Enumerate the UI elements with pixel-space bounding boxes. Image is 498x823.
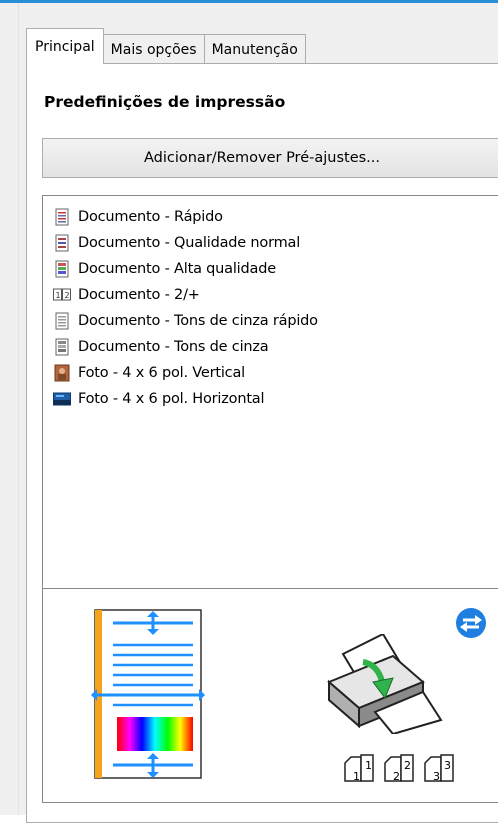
document-normal-icon	[53, 234, 71, 252]
preset-label: Documento - 2/+	[78, 287, 200, 303]
copy-page-2-icon: 2 2	[384, 754, 414, 783]
document-high-icon	[53, 260, 71, 278]
preset-label: Foto - 4 x 6 pol. Horizontal	[78, 391, 265, 407]
preset-list[interactable]: Documento - Rápido Documento - Qualidade…	[42, 195, 498, 589]
svg-text:2: 2	[65, 291, 70, 300]
copy-page-3-icon: 3 3	[424, 754, 454, 783]
copy-label-3: 3	[433, 770, 440, 783]
preset-label: Foto - 4 x 6 pol. Vertical	[78, 365, 245, 381]
copy-label-1: 1	[353, 770, 360, 783]
copy-label-1b: 1	[365, 759, 372, 772]
preset-item-document-fast[interactable]: Documento - Rápido	[53, 204, 223, 230]
tab-mais-opcoes[interactable]: Mais opções	[102, 34, 205, 64]
copy-label-2: 2	[393, 770, 400, 783]
document-gray-icon	[53, 338, 71, 356]
photo-landscape-icon	[53, 390, 71, 408]
preset-label: Documento - Tons de cinza	[78, 339, 269, 355]
preset-item-two-up[interactable]: 1 2 Documento - 2/+	[53, 282, 200, 308]
copy-label-3b: 3	[444, 759, 451, 772]
copy-label-2b: 2	[404, 759, 411, 772]
svg-text:1: 1	[56, 291, 61, 300]
preset-label: Documento - Qualidade normal	[78, 235, 301, 251]
page-preview-icon	[91, 609, 205, 779]
tab-principal[interactable]: Principal	[26, 28, 104, 64]
printer-icon	[327, 634, 443, 734]
printer-settings-window: Principal Mais opções Manutenção Predefi…	[0, 0, 498, 823]
copy-page-1-icon: 1 1	[344, 754, 374, 783]
document-fast-icon	[53, 208, 71, 226]
preset-label: Documento - Tons de cinza rápido	[78, 313, 318, 329]
preset-item-document-gray[interactable]: Documento - Tons de cinza	[53, 334, 269, 360]
tab-manutencao[interactable]: Manutenção	[203, 34, 306, 64]
preset-item-photo-portrait[interactable]: Foto - 4 x 6 pol. Vertical	[53, 360, 245, 386]
print-preview-panel: 1 1 2 2 3 3	[42, 588, 498, 803]
section-title-print-presets: Predefinições de impressão	[44, 93, 286, 111]
preset-item-document-gray-fast[interactable]: Documento - Tons de cinza rápido	[53, 308, 318, 334]
rotate-icon[interactable]	[455, 607, 487, 639]
document-gray-fast-icon	[53, 312, 71, 330]
window-top-border	[0, 0, 498, 3]
preset-item-document-high[interactable]: Documento - Alta qualidade	[53, 256, 276, 282]
add-remove-presets-button[interactable]: Adicionar/Remover Pré-ajustes...	[42, 138, 498, 178]
preset-label: Documento - Alta qualidade	[78, 261, 276, 277]
window-left-strip	[0, 3, 19, 815]
preset-label: Documento - Rápido	[78, 209, 223, 225]
two-up-icon: 1 2	[53, 286, 71, 304]
preset-item-document-normal[interactable]: Documento - Qualidade normal	[53, 230, 300, 256]
preset-item-photo-landscape[interactable]: Foto - 4 x 6 pol. Horizontal	[53, 386, 265, 412]
tab-bar: Principal Mais opções Manutenção	[26, 28, 306, 64]
photo-portrait-icon	[53, 364, 71, 382]
